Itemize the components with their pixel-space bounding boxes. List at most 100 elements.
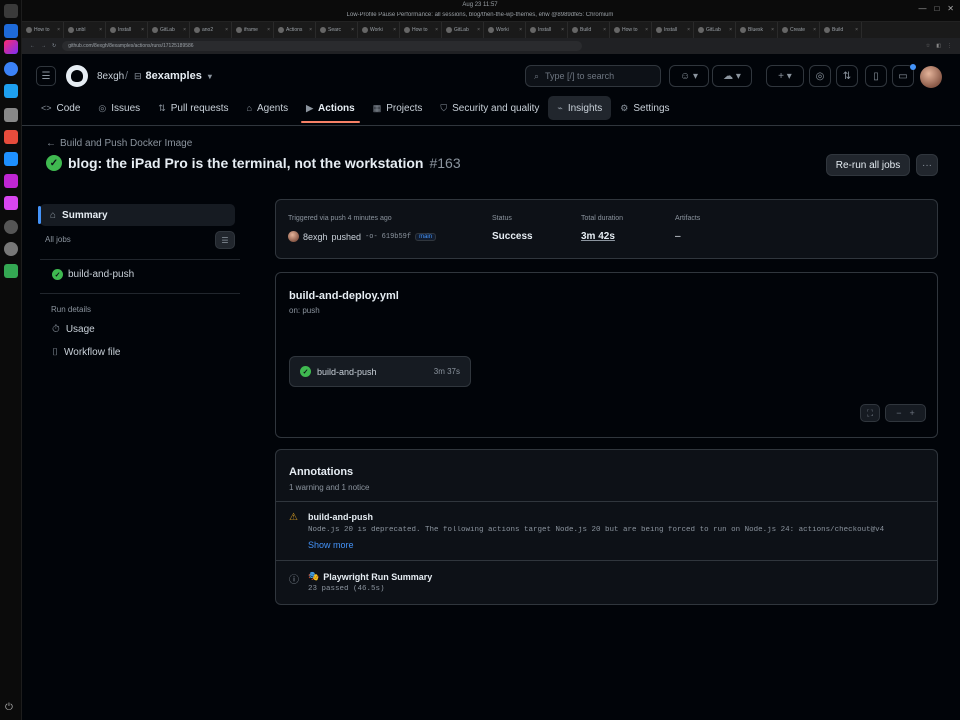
duration-value[interactable]: 3m 42s [581, 231, 615, 242]
tab-close-icon[interactable]: × [309, 27, 312, 33]
browser-tab[interactable]: Install × [526, 22, 568, 38]
browser-tab[interactable]: Bluesk × [736, 22, 778, 38]
browser-tab[interactable]: Actions × [274, 22, 316, 38]
tab-code[interactable]: <> Code [32, 96, 89, 120]
tab-close-icon[interactable]: × [99, 27, 102, 33]
tab-close-icon[interactable]: × [57, 27, 60, 33]
tab-close-icon[interactable]: × [855, 27, 858, 33]
back-to-workflow-link[interactable]: ← Build and Push Docker Image [46, 138, 192, 149]
forward-icon[interactable]: → [41, 43, 46, 49]
zoom-out-icon[interactable]: − [896, 408, 901, 418]
zoom-controls[interactable]: − + [885, 404, 926, 422]
sidebar-item-workflow-file[interactable]: ⌷ Workflow file [52, 347, 121, 358]
menu-icon[interactable]: ⋮ [947, 43, 952, 49]
hamburger-menu-button[interactable]: ☰ [36, 66, 56, 86]
tab-close-icon[interactable]: × [561, 27, 564, 33]
browser-tab[interactable]: Create × [778, 22, 820, 38]
more-options-button[interactable]: ··· [916, 154, 938, 176]
copilot-button[interactable]: ☺ ▾ [669, 65, 709, 87]
browser-app-icon[interactable] [4, 62, 18, 76]
back-icon[interactable]: ← [30, 43, 35, 49]
browser-tab[interactable]: How to × [22, 22, 64, 38]
settings-app-icon[interactable] [4, 220, 18, 234]
tab-close-icon[interactable]: × [645, 27, 648, 33]
browser-tab[interactable]: iframe × [232, 22, 274, 38]
avatar[interactable] [288, 231, 299, 242]
reload-icon[interactable]: ↻ [52, 43, 56, 49]
files-app-icon[interactable] [4, 108, 18, 122]
tab-close-icon[interactable]: × [141, 27, 144, 33]
browser-tab[interactable]: Install × [106, 22, 148, 38]
tab-close-icon[interactable]: × [771, 27, 774, 33]
tab-actions[interactable]: ▶ Actions [297, 96, 364, 123]
fullscreen-button[interactable]: ⛶ [860, 404, 880, 422]
avatar[interactable] [920, 66, 942, 88]
browser-tab[interactable]: How to × [610, 22, 652, 38]
editor-app-icon[interactable] [4, 84, 18, 98]
copilot-agents-button[interactable]: ☁ ▾ [712, 65, 752, 87]
branch-badge[interactable]: main [415, 232, 437, 241]
sidebar-item-summary[interactable]: ⌂ Summary [38, 204, 235, 226]
ide-app-icon[interactable] [4, 24, 18, 38]
sheets-app-icon[interactable] [4, 264, 18, 278]
zoom-in-icon[interactable]: + [910, 408, 915, 418]
tab-close-icon[interactable]: × [687, 27, 690, 33]
close-icon[interactable]: ✕ [947, 4, 954, 13]
create-new-button[interactable]: + ▾ [766, 65, 804, 87]
tab-close-icon[interactable]: × [813, 27, 816, 33]
repositories-button[interactable]: ▯ [865, 65, 887, 87]
tab-pull-requests[interactable]: ⇅ Pull requests [149, 96, 237, 120]
terminal-app-icon[interactable] [4, 4, 18, 18]
browser-tab[interactable]: Build × [820, 22, 862, 38]
browser-tab[interactable]: Install × [652, 22, 694, 38]
tab-projects[interactable]: ▦ Projects [364, 96, 432, 120]
search-input[interactable]: ⌕ Type [/] to search [525, 65, 661, 87]
browser-tab[interactable]: ano2 × [190, 22, 232, 38]
media-app-icon[interactable] [4, 174, 18, 188]
power-icon[interactable]: ⏻ [5, 702, 17, 714]
jetbrains-app-icon[interactable] [4, 40, 18, 54]
extension-icon[interactable]: ◧ [936, 43, 941, 49]
github-logo-icon[interactable] [66, 65, 88, 87]
tab-close-icon[interactable]: × [267, 27, 270, 33]
tab-insights[interactable]: ⌁ Insights [548, 96, 612, 120]
network-app-icon[interactable] [4, 242, 18, 256]
browser-tab[interactable]: Build × [568, 22, 610, 38]
mail-app-icon[interactable] [4, 130, 18, 144]
star-icon[interactable]: ☆ [926, 43, 930, 49]
browser-tab[interactable]: unbl × [64, 22, 106, 38]
job-card[interactable]: ✓ build-and-push 3m 37s [289, 356, 471, 387]
tab-close-icon[interactable]: × [435, 27, 438, 33]
tab-close-icon[interactable]: × [351, 27, 354, 33]
browser-tab[interactable]: How to × [400, 22, 442, 38]
show-more-link[interactable]: Show more [308, 540, 354, 550]
sidebar-item-job[interactable]: ✓ build-and-push [52, 269, 134, 280]
browser-tab[interactable]: GitLab × [442, 22, 484, 38]
tab-close-icon[interactable]: × [519, 27, 522, 33]
annotation-job-link[interactable]: build-and-push [308, 512, 373, 522]
maximize-icon[interactable]: □ [934, 4, 939, 13]
tab-agents[interactable]: ⌂ Agents [238, 96, 298, 120]
tab-close-icon[interactable]: × [729, 27, 732, 33]
tab-close-icon[interactable]: × [603, 27, 606, 33]
tab-security-and-quality[interactable]: ⛉ Security and quality [431, 96, 548, 120]
tab-close-icon[interactable]: × [393, 27, 396, 33]
pull-requests-button[interactable]: ⇅ [836, 65, 858, 87]
browser-tab[interactable]: Worki × [358, 22, 400, 38]
code-app-icon[interactable] [4, 196, 18, 210]
commit-sha-link[interactable]: 619b59f [382, 233, 411, 241]
tab-settings[interactable]: ⚙ Settings [611, 96, 678, 120]
browser-tab[interactable]: GitLab × [148, 22, 190, 38]
browser-tab[interactable]: Worki × [484, 22, 526, 38]
tab-issues[interactable]: ◎ Issues [89, 96, 149, 120]
actor-link[interactable]: 8exgh [303, 232, 328, 242]
annotation-notice-link[interactable]: 🎭 Playwright Run Summary [308, 571, 432, 582]
sidebar-item-usage[interactable]: ⏱ Usage [52, 324, 95, 335]
tab-close-icon[interactable]: × [477, 27, 480, 33]
minimize-icon[interactable]: — [918, 4, 926, 13]
tab-close-icon[interactable]: × [225, 27, 228, 33]
issues-button[interactable]: ◎ [809, 65, 831, 87]
url-field[interactable]: github.com/8exgh/8examples/actions/runs/… [62, 41, 583, 51]
phone-app-icon[interactable] [4, 152, 18, 166]
rerun-all-jobs-button[interactable]: Re-run all jobs [826, 154, 910, 176]
